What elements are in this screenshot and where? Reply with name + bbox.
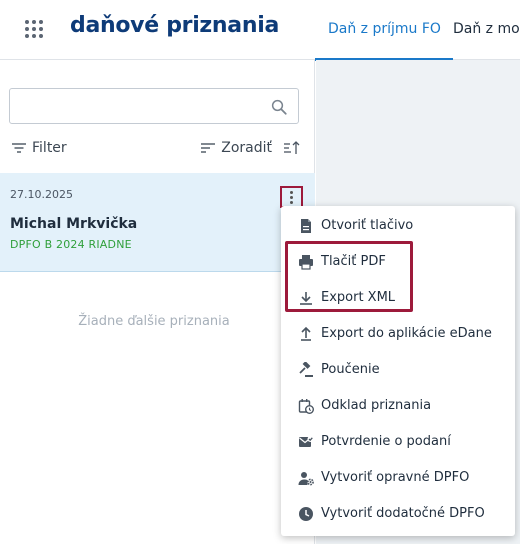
user-gear-icon xyxy=(298,472,314,486)
sort-icon xyxy=(201,143,216,153)
tab-dan-z-prijmu-fo[interactable]: Daň z príjmu FO xyxy=(315,21,453,61)
clock-icon xyxy=(299,507,313,521)
document-icon xyxy=(301,219,311,233)
sort-label: Zoradiť xyxy=(221,140,272,156)
filter-button[interactable]: Filter xyxy=(12,140,67,156)
app-title: daňové priznania xyxy=(70,13,279,38)
menu-item-label: Vytvoriť dodatočné DPFO xyxy=(321,506,485,521)
calendar-clock-icon xyxy=(298,399,314,414)
menu-item-vytvorit-dodatocne[interactable]: Vytvoriť dodatočné DPFO xyxy=(281,496,515,532)
returns-list-panel: Filter Zoradiť 27.10.2025 Michal Mrkvičk… xyxy=(0,60,315,544)
menu-item-label: Otvoriť tlačivo xyxy=(321,218,414,233)
download-icon xyxy=(300,292,312,305)
menu-item-poucenie[interactable]: Poučenie xyxy=(281,352,515,388)
item-type: DPFO B 2024 RIADNE xyxy=(10,238,132,251)
menu-item-potvrdenie-o-podani[interactable]: Potvrdenie o podaní xyxy=(281,424,515,460)
menu-item-export-xml[interactable]: Export XML xyxy=(281,280,515,316)
list-item[interactable]: 27.10.2025 Michal Mrkvička DPFO B 2024 R… xyxy=(0,173,315,272)
sort-button[interactable]: Zoradiť xyxy=(201,140,272,156)
sort-direction-icon[interactable] xyxy=(284,140,300,156)
filter-icon xyxy=(12,143,26,153)
menu-item-label: Export XML xyxy=(321,290,396,305)
print-icon xyxy=(299,255,313,270)
filter-sort-row: Filter Zoradiť xyxy=(12,140,302,160)
menu-item-otvorit-tlacivo[interactable]: Otvoriť tlačivo xyxy=(281,208,515,244)
top-bar: daňové priznania Daň z príjmu FO Daň z m… xyxy=(0,0,520,61)
search-box xyxy=(9,88,299,124)
search-input[interactable] xyxy=(10,89,260,123)
menu-item-label: Export do aplikácie eDane xyxy=(321,326,492,341)
menu-item-label: Tlačiť PDF xyxy=(321,254,386,269)
item-name: Michal Mrkvička xyxy=(10,216,138,232)
gavel-icon xyxy=(299,362,313,377)
menu-item-vytvorit-opravne[interactable]: Vytvoriť opravné DPFO xyxy=(281,460,515,496)
upload-icon xyxy=(301,326,311,341)
mail-check-icon xyxy=(299,436,314,447)
menu-item-export-edane[interactable]: Export do aplikácie eDane xyxy=(281,316,515,352)
menu-item-odklad-priznania[interactable]: Odklad priznania xyxy=(281,388,515,424)
menu-item-tlacit-pdf[interactable]: Tlačiť PDF xyxy=(281,244,515,280)
context-menu: Otvoriť tlačivo Tlačiť PDF Export XML Ex… xyxy=(281,206,515,536)
tab-dan-z-motorovych-vozidiel[interactable]: Daň z moto xyxy=(453,21,520,37)
search-icon[interactable] xyxy=(270,98,288,116)
menu-item-label: Odklad priznania xyxy=(321,398,432,413)
menu-item-label: Potvrdenie o podaní xyxy=(321,434,451,449)
empty-list-message: Žiadne ďalšie priznania xyxy=(78,314,230,329)
menu-item-label: Vytvoriť opravné DPFO xyxy=(321,470,470,485)
more-options-icon[interactable] xyxy=(280,186,303,208)
menu-item-label: Poučenie xyxy=(321,362,380,377)
item-date: 27.10.2025 xyxy=(10,188,73,201)
apps-grid-icon[interactable] xyxy=(25,20,43,38)
filter-label: Filter xyxy=(32,140,67,156)
